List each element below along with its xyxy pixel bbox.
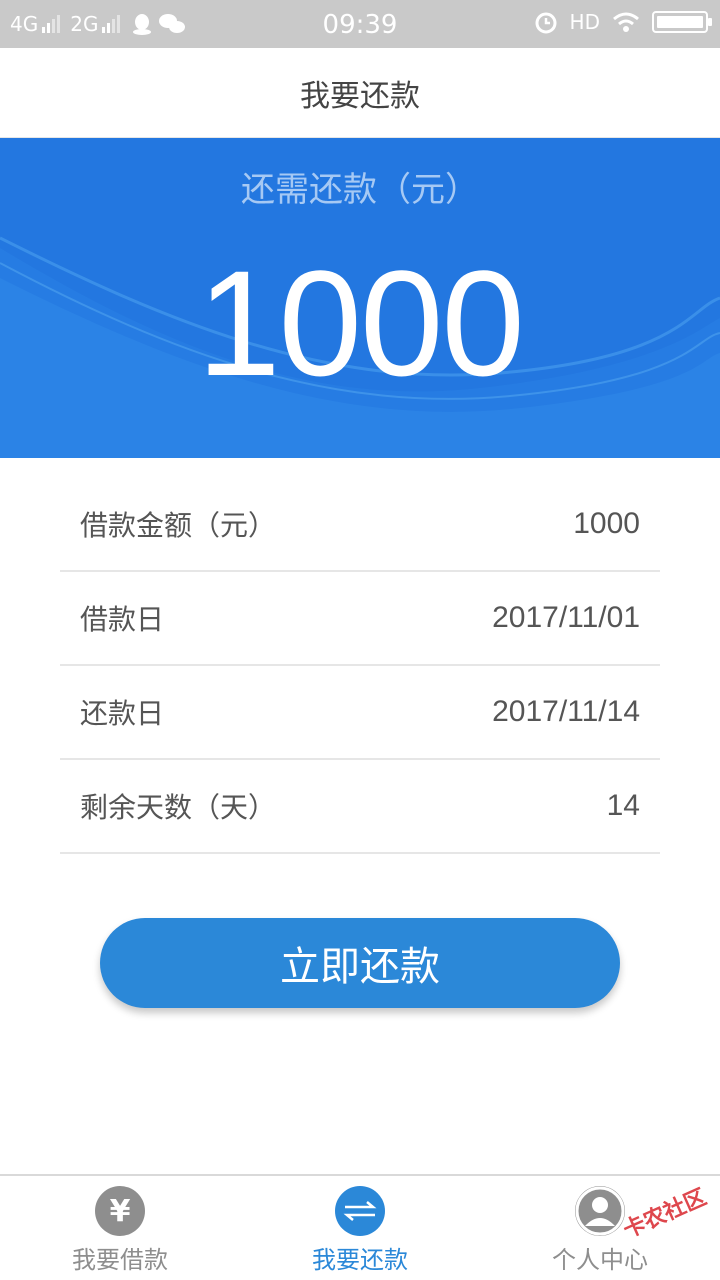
status-right: HD — [534, 10, 712, 34]
bottom-tab-bar: ¥ 我要借款 我要还款 个人中心 — [0, 1174, 720, 1280]
loan-amount-value: 1000 — [573, 507, 640, 540]
loan-date-row: 借款日 2017/11/01 — [60, 572, 660, 666]
days-left-row: 剩余天数（天） 14 — [60, 760, 660, 854]
repay-date-row: 还款日 2017/11/14 — [60, 666, 660, 760]
amount-due-value: 1000 — [197, 239, 525, 407]
exchange-icon — [335, 1186, 385, 1236]
wifi-icon — [613, 12, 639, 32]
loan-details: 借款金额（元） 1000 借款日 2017/11/01 还款日 2017/11/… — [60, 478, 660, 854]
tab-repay-label: 我要还款 — [312, 1246, 408, 1274]
yen-icon: ¥ — [95, 1186, 145, 1236]
repay-date-value: 2017/11/14 — [492, 695, 640, 728]
title-bar: 我要还款 — [0, 48, 720, 138]
loan-amount-label: 借款金额（元） — [80, 509, 277, 542]
battery-icon — [652, 11, 712, 33]
tab-borrow-label: 我要借款 — [72, 1246, 168, 1274]
status-bar: 4G 2G 09:39 HD — [0, 0, 720, 48]
days-left-label: 剩余天数（天） — [80, 791, 277, 824]
amount-due-banner: 还需还款（元） 1000 — [0, 138, 720, 458]
tab-repay[interactable]: 我要还款 — [240, 1176, 480, 1280]
loan-date-value: 2017/11/01 — [492, 601, 640, 634]
hd-label: HD — [569, 10, 600, 34]
repay-date-label: 还款日 — [80, 697, 165, 730]
tab-profile-label: 个人中心 — [552, 1246, 648, 1274]
page-title: 我要还款 — [300, 78, 420, 114]
user-icon — [575, 1186, 625, 1236]
loan-amount-row: 借款金额（元） 1000 — [60, 478, 660, 572]
amount-due-label: 还需还款（元） — [241, 170, 479, 210]
repay-now-button[interactable]: 立即还款 — [100, 918, 620, 1008]
days-left-value: 14 — [606, 789, 640, 822]
screen: 4G 2G 09:39 HD 我要还款 还需还款（元） 1000 借款金额（元）… — [0, 0, 720, 1280]
alarm-icon — [535, 12, 557, 34]
loan-date-label: 借款日 — [80, 603, 165, 636]
tab-borrow[interactable]: ¥ 我要借款 — [0, 1176, 240, 1280]
